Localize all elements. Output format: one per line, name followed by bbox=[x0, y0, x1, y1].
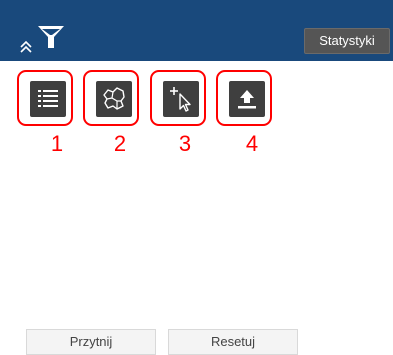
annotation-number: 4 bbox=[245, 131, 259, 156]
tool-highlight-4 bbox=[216, 70, 272, 126]
reset-button[interactable]: Resetuj bbox=[168, 329, 298, 355]
tool-highlight-3 bbox=[150, 70, 206, 126]
map-regions-button[interactable] bbox=[96, 81, 132, 117]
statistics-button[interactable]: Statystyki bbox=[304, 28, 390, 54]
map-regions-icon bbox=[103, 87, 125, 110]
annotation-number: 3 bbox=[178, 131, 192, 156]
double-chevron-up-icon[interactable] bbox=[19, 40, 33, 54]
tool-highlight-1 bbox=[17, 70, 73, 126]
filter-funnel-icon[interactable] bbox=[36, 21, 66, 51]
upload-button[interactable] bbox=[229, 81, 265, 117]
annotation-number: 1 bbox=[50, 131, 64, 156]
list-button[interactable] bbox=[30, 81, 66, 117]
add-select-cursor-icon bbox=[170, 87, 191, 112]
add-select-button[interactable] bbox=[163, 81, 199, 117]
trim-button[interactable]: Przytnij bbox=[26, 329, 156, 355]
annotation-number: 2 bbox=[113, 131, 127, 156]
tool-highlight-2 bbox=[83, 70, 139, 126]
upload-icon bbox=[238, 90, 256, 109]
list-icon bbox=[38, 90, 58, 107]
top-toolbar: Statystyki bbox=[0, 0, 393, 61]
